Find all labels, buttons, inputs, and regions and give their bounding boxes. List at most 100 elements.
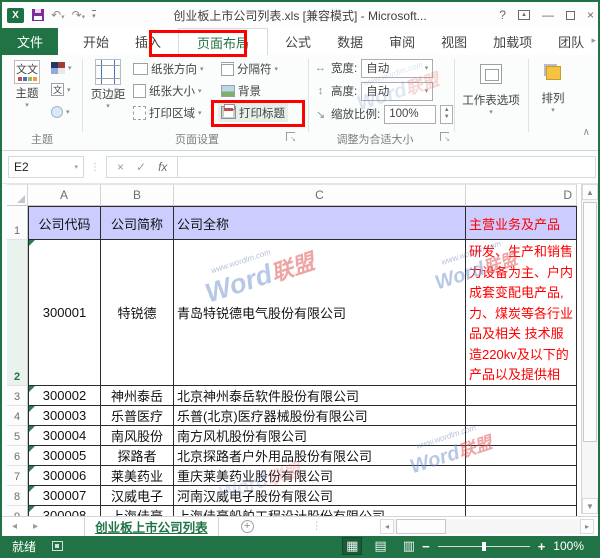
zoom-in-icon[interactable]: +	[538, 539, 546, 554]
zoom-slider-thumb[interactable]	[482, 542, 486, 551]
horizontal-scrollbar[interactable]: ◂ ▸	[380, 519, 594, 534]
row-header-4[interactable]: 4	[7, 406, 28, 426]
cell-a1[interactable]: 公司代码	[28, 206, 101, 240]
cell-c3[interactable]: 北京神州泰岳软件股份有限公司	[174, 386, 466, 406]
zoom-slider[interactable]	[438, 546, 530, 547]
redo-button[interactable]: ↷▾	[72, 6, 86, 24]
tab-insert[interactable]: 插入	[122, 28, 174, 55]
cell-c8[interactable]: 河南汉威电子股份有限公司	[174, 486, 466, 506]
sheet-tab-active[interactable]: 创业板上市公司列表	[84, 517, 219, 536]
collapse-ribbon-icon[interactable]: ∧	[583, 127, 590, 138]
vertical-scroll-thumb[interactable]	[583, 202, 597, 442]
close-button[interactable]: ×	[587, 8, 594, 22]
cell-d9[interactable]	[466, 506, 577, 516]
tab-team[interactable]: 团队	[545, 28, 597, 55]
cell-d1[interactable]: 主营业务及产品	[466, 206, 577, 240]
page-break-view-icon[interactable]: ▥	[400, 538, 418, 554]
cell-b6[interactable]: 探路者	[101, 446, 174, 466]
cell-b2[interactable]: 特锐德	[101, 240, 174, 386]
width-combo[interactable]: 自动▾	[361, 59, 433, 78]
macro-record-icon[interactable]	[52, 541, 63, 551]
tab-review[interactable]: 审阅	[376, 28, 428, 55]
sheet-next-icon[interactable]: ▸	[33, 521, 38, 532]
column-header-d[interactable]: D	[466, 184, 577, 206]
scroll-down-icon[interactable]: ▼	[582, 498, 598, 514]
paper-size-button[interactable]: 纸张大小▾	[130, 81, 207, 100]
maximize-button[interactable]	[566, 11, 575, 20]
cell-a9[interactable]: 300008	[28, 506, 101, 516]
cell-c2[interactable]: 青岛特锐德电气股份有限公司	[174, 240, 466, 386]
minimize-button[interactable]: —	[542, 8, 554, 22]
scale-dialog-launcher[interactable]	[440, 132, 449, 141]
cell-d6[interactable]	[466, 446, 577, 466]
cell-b7[interactable]: 莱美药业	[101, 466, 174, 486]
cell-a7[interactable]: 300006	[28, 466, 101, 486]
tab-addins[interactable]: 加载项	[480, 28, 545, 55]
select-all-corner[interactable]	[7, 184, 28, 206]
enter-icon[interactable]: ✓	[136, 160, 146, 174]
cell-a4[interactable]: 300003	[28, 406, 101, 426]
cell-d8[interactable]	[466, 486, 577, 506]
save-icon[interactable]	[32, 9, 44, 21]
cell-a3[interactable]: 300002	[28, 386, 101, 406]
column-header-a[interactable]: A	[28, 184, 101, 206]
cell-d3[interactable]	[466, 386, 577, 406]
row-header-6[interactable]: 6	[7, 446, 28, 466]
cell-a8[interactable]: 300007	[28, 486, 101, 506]
theme-fonts-button[interactable]: 文▾	[48, 80, 75, 99]
row-header-3[interactable]: 3	[7, 386, 28, 406]
page-layout-view-icon[interactable]: ▤	[371, 538, 389, 554]
margins-button[interactable]: 页边距 ▾	[88, 58, 128, 130]
theme-effects-button[interactable]: ▾	[48, 102, 75, 121]
arrange-button[interactable]: 排列 ▾	[532, 58, 574, 130]
print-titles-button[interactable]: 打印标题	[218, 103, 288, 122]
row-header-7[interactable]: 7	[7, 466, 28, 486]
zoom-percent-label[interactable]: 100%	[553, 539, 584, 553]
cell-a2[interactable]: 300001	[28, 240, 101, 386]
horizontal-scroll-thumb[interactable]	[396, 519, 446, 534]
cell-d5[interactable]	[466, 426, 577, 446]
themes-button[interactable]: 文文 主题 ▾	[7, 58, 47, 130]
row-header-5[interactable]: 5	[7, 426, 28, 446]
normal-view-icon[interactable]: ▦	[343, 538, 361, 554]
insert-function-icon[interactable]: fx	[158, 160, 167, 174]
new-sheet-icon[interactable]: +	[241, 520, 254, 533]
row-header-9[interactable]: 9	[7, 506, 28, 516]
column-header-c[interactable]: C	[174, 184, 466, 206]
cell-b9[interactable]: 上海佳豪	[101, 506, 174, 516]
undo-button[interactable]: ↶▾	[51, 6, 65, 24]
tab-home[interactable]: 开始	[70, 28, 122, 55]
scroll-left-icon[interactable]: ◂	[380, 519, 394, 534]
formula-bar-divider[interactable]: ⋮	[90, 162, 100, 173]
sheet-prev-icon[interactable]: ◂	[12, 521, 17, 532]
cell-c1[interactable]: 公司全称	[174, 206, 466, 240]
cell-b8[interactable]: 汉威电子	[101, 486, 174, 506]
cell-d2[interactable]: 研发、生产和销售力设备为主、户内成套变配电产品,力、煤炭等各行业品及相关 技术服…	[466, 240, 577, 386]
column-header-b[interactable]: B	[101, 184, 174, 206]
cell-c9[interactable]: 上海佳豪船舶工程设计股份有限公司	[174, 506, 466, 516]
background-button[interactable]: 背景	[218, 81, 288, 100]
scale-value-box[interactable]: 100%	[384, 105, 436, 124]
row-header-2[interactable]: 2	[7, 240, 28, 386]
formula-input[interactable]	[178, 156, 596, 178]
cell-c6[interactable]: 北京探路者户外用品股份有限公司	[174, 446, 466, 466]
cell-a5[interactable]: 300004	[28, 426, 101, 446]
row-header-1[interactable]: 1	[7, 206, 28, 240]
row-header-8[interactable]: 8	[7, 486, 28, 506]
cell-d4[interactable]	[466, 406, 577, 426]
excel-app-icon[interactable]: X	[7, 8, 24, 23]
name-box[interactable]: E2▾	[8, 156, 84, 178]
help-button[interactable]: ?	[499, 8, 506, 22]
orientation-button[interactable]: 纸张方向▾	[130, 59, 207, 78]
cell-d7[interactable]	[466, 466, 577, 486]
sheet-options-button[interactable]: 工作表选项 ▾	[458, 58, 524, 130]
cell-c5[interactable]: 南方风机股份有限公司	[174, 426, 466, 446]
theme-colors-button[interactable]: ▾	[48, 58, 75, 77]
scroll-up-icon[interactable]: ▲	[582, 184, 598, 200]
cancel-icon[interactable]: ×	[117, 160, 124, 174]
qat-customize-button[interactable]: ▾	[92, 10, 96, 20]
breaks-button[interactable]: 分隔符▾	[218, 59, 288, 78]
tab-formulas[interactable]: 公式	[272, 28, 324, 55]
print-area-button[interactable]: 打印区域▾	[130, 103, 207, 122]
scale-spinner[interactable]: ▲▼	[440, 105, 453, 124]
